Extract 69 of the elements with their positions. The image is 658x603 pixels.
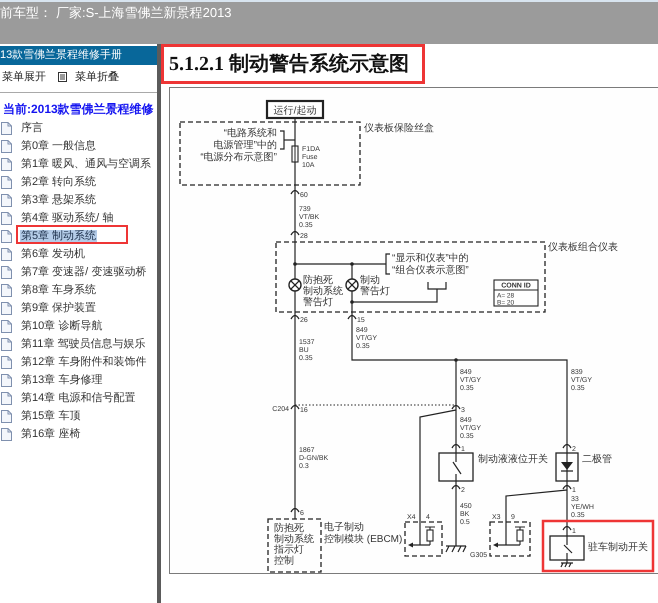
bracket-symbol <box>385 253 390 275</box>
resistor-symbol <box>514 526 526 546</box>
chapter-link[interactable]: 第12章 车身附件和装饰件 <box>20 356 148 368</box>
switch-symbol <box>549 535 585 561</box>
component-label: 制动液液位开关 <box>478 454 548 465</box>
manual-title-bar: 13款雪佛兰景程维修手册 <box>0 46 157 65</box>
chapter-link[interactable]: 序言 <box>20 122 44 134</box>
chapter-link[interactable]: 第16章 座椅 <box>20 428 82 440</box>
expand-menu-button[interactable]: 菜单展开 <box>2 70 46 84</box>
connector-symbol <box>290 508 300 512</box>
chapter-link[interactable]: 第8章 车身系统 <box>20 284 98 296</box>
fuse-symbol <box>291 145 299 163</box>
chapter-link[interactable]: 第15章 车顶 <box>20 410 82 422</box>
ground-symbol <box>560 559 574 568</box>
section-heading: 5.1.2.1 制动警告系统示意图 <box>169 52 409 76</box>
module-label: 仪表板组合仪表 <box>548 242 618 253</box>
chapter-link[interactable]: 第9章 保护装置 <box>20 302 98 314</box>
connector-symbol <box>562 526 572 530</box>
junction-dot <box>350 300 354 304</box>
arrow <box>493 542 520 548</box>
chapter-link[interactable]: 第10章 诊断导航 <box>20 320 104 332</box>
collapse-menu-button[interactable]: 菜单折叠 <box>58 70 119 84</box>
connector-symbol <box>347 314 357 320</box>
reference-note: “电路系统和 电源管理”中的 “电源分布示意图” <box>200 128 277 163</box>
component-label: 二极管 <box>582 454 612 465</box>
component-label: 驻车制动开关 <box>588 542 648 553</box>
connector-symbol <box>451 484 461 490</box>
chapter-link[interactable]: 第13章 车身修理 <box>20 374 104 386</box>
bracket-symbol <box>427 282 447 290</box>
model-label: 前车型： <box>0 5 52 21</box>
reference-note: “显示和仪表”中的 “组合仪表示意图” <box>392 253 469 276</box>
junction-dot <box>350 262 354 266</box>
connector-symbol <box>451 444 461 448</box>
connector-symbol <box>290 190 300 194</box>
arrow <box>408 542 430 548</box>
junction-dot <box>293 262 297 266</box>
current-manual-label: 当前:2013款雪佛兰景程维修 <box>2 102 155 116</box>
module-label: 电子制动 控制模块 (EBCM) <box>324 522 402 545</box>
fuse-block-label: 仪表板保险丝盒 <box>364 123 434 134</box>
chapter-link[interactable]: 第1章 暖风、通风与空调系 <box>20 158 152 170</box>
chapter-link[interactable]: 第2章 转向系统 <box>20 176 98 188</box>
connector-symbol <box>290 404 300 410</box>
chapter-link[interactable]: 第6章 发动机 <box>20 248 86 260</box>
power-mode-box: 运行/起动 <box>266 100 324 120</box>
list-icon <box>58 72 67 82</box>
chapter-link[interactable]: 第3章 悬架系统 <box>20 194 98 206</box>
lamp-label: 制动 警告灯 <box>360 275 390 297</box>
junction-dot <box>454 358 458 362</box>
chapter-link[interactable]: 第4章 驱动系统/ 轴 <box>20 212 114 224</box>
test-point-outline <box>404 521 443 557</box>
test-point-outline <box>489 521 531 557</box>
chapter-link[interactable]: 第0章 一般信息 <box>20 140 98 152</box>
lamp-symbol <box>288 278 302 292</box>
chapter-link[interactable]: 第5章 制动系统 <box>20 230 98 242</box>
connector-symbol <box>562 484 572 490</box>
lamp-label: 防抱死 制动系统 警告灯 <box>303 275 343 308</box>
connector-symbol <box>290 314 300 320</box>
ground-symbol <box>445 545 467 553</box>
connector-symbol <box>290 230 300 236</box>
manufacturer-label: 厂家:S-上海雪佛兰新景程2013 <box>56 5 232 21</box>
lamp-symbol <box>345 278 359 292</box>
resistor-symbol <box>424 526 436 546</box>
module-box: 防抱死 制动系统 指示灯 控制 <box>267 518 322 573</box>
connector-symbol <box>451 404 461 410</box>
chapter-link[interactable]: 第14章 电源和信号配置 <box>20 392 136 404</box>
bracket-symbol <box>280 130 285 150</box>
chapter-link[interactable]: 第11章 驾驶员信息与娱乐 <box>20 338 146 350</box>
connector-symbol <box>562 444 572 448</box>
chapter-link[interactable]: 第7章 变速器/ 变速驱动桥 <box>20 266 148 278</box>
